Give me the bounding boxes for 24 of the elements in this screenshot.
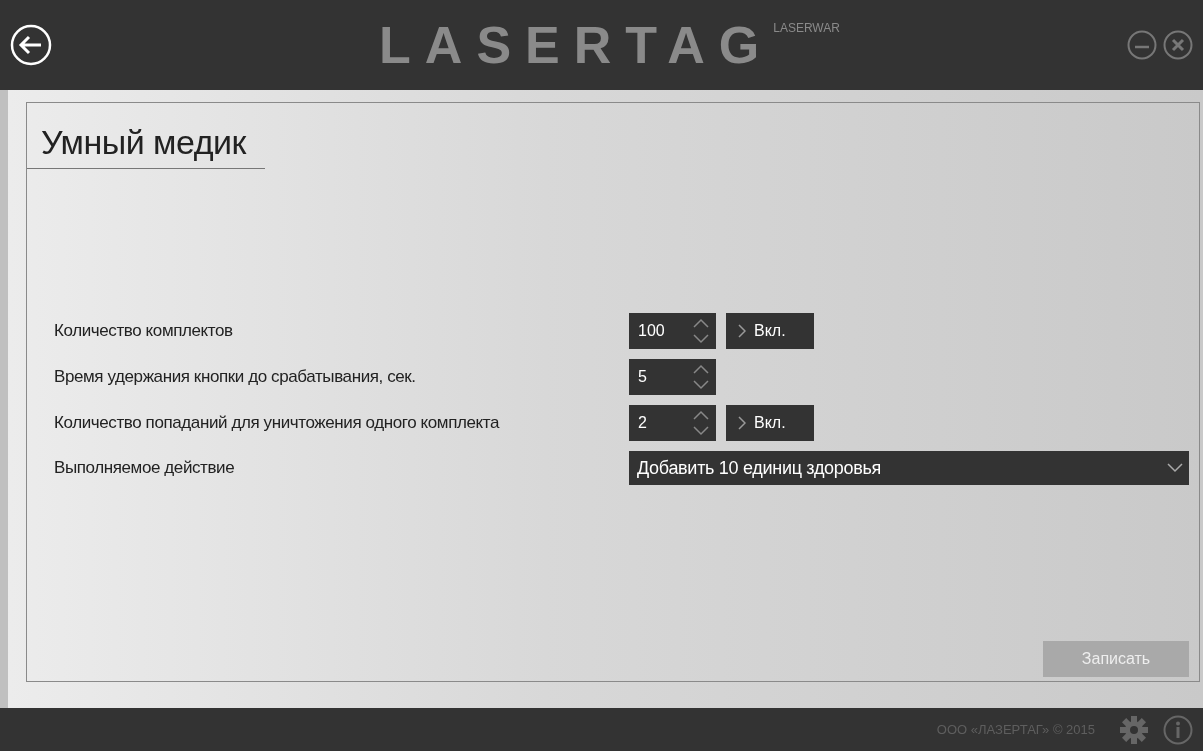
setting-label: Количество комплектов (54, 321, 234, 341)
caret-icon (1167, 463, 1183, 473)
minimize-icon[interactable] (1127, 30, 1157, 60)
chevron-icon (738, 416, 746, 430)
logo: LASERTAG (379, 19, 774, 71)
close-icon[interactable] (1163, 30, 1193, 60)
toggle-button[interactable]: Вкл. (726, 313, 814, 349)
spinner-arrows-icon[interactable] (692, 316, 710, 346)
spinner-arrows-icon[interactable] (692, 362, 710, 392)
setting-label: Количество попаданий для уничтожения одного комплекта (54, 413, 501, 433)
back-icon[interactable] (10, 24, 52, 66)
settings-icon[interactable] (1119, 714, 1149, 745)
page-title: Умный медик (27, 103, 265, 169)
number-field[interactable]: 2 (629, 405, 716, 441)
number-field[interactable]: 5 (629, 359, 716, 395)
brand-label: LASERWAR (773, 21, 840, 35)
action-dropdown[interactable]: Добавить 10 единиц здоровья (629, 451, 1189, 485)
spinner-arrows-icon[interactable] (692, 408, 710, 438)
chevron-icon (738, 324, 746, 338)
setting-label: Время удержания кнопки до срабатывания, сек. (54, 367, 417, 387)
setting-label: Выполняемое действие (54, 458, 236, 478)
number-field[interactable]: 100 (629, 313, 716, 349)
toggle-button[interactable]: Вкл. (726, 405, 814, 441)
info-icon[interactable] (1163, 714, 1193, 745)
